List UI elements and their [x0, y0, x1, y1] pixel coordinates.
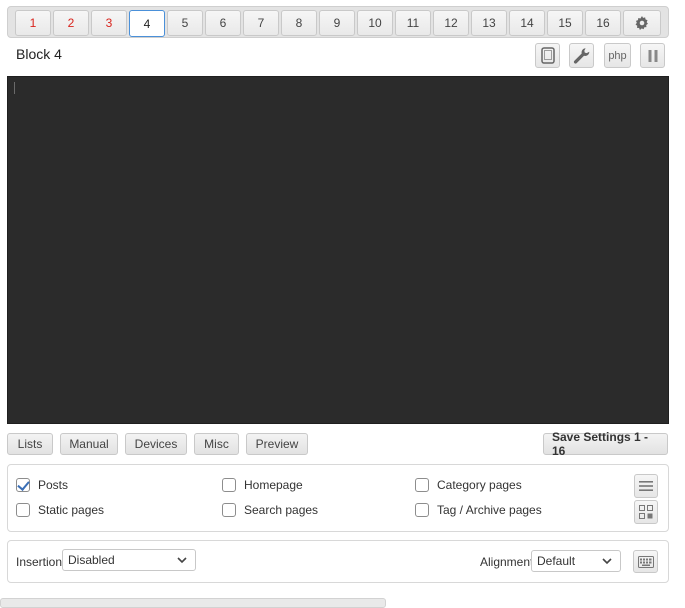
preview-button[interactable]: Preview	[246, 433, 308, 455]
tab-7[interactable]: 7	[243, 10, 279, 36]
insertion-label: Insertion	[16, 555, 63, 569]
block-tab-bar: 1 2 3 4 5 6 7 8 9 10 11 12 13 14 15 16	[7, 6, 669, 38]
block-title: Block 4	[16, 46, 62, 62]
alignment-label: Alignment	[480, 555, 534, 569]
category-pages-label: Category pages	[437, 478, 522, 492]
tag-archive-pages-check-box[interactable]	[415, 503, 429, 517]
chevron-down-icon	[602, 558, 612, 565]
static-pages-checkbox[interactable]: Static pages	[16, 503, 104, 517]
gear-icon	[635, 16, 648, 30]
alignment-value: Default	[537, 554, 576, 568]
list-icon	[639, 481, 653, 491]
alignment-settings-button[interactable]	[633, 550, 658, 573]
keyboard-icon	[637, 555, 654, 568]
tab-10[interactable]: 10	[357, 10, 393, 36]
tools-button[interactable]	[569, 43, 594, 68]
tag-archive-pages-checkbox[interactable]: Tag / Archive pages	[415, 503, 542, 517]
homepage-label: Homepage	[244, 478, 303, 492]
search-pages-check-box[interactable]	[222, 503, 236, 517]
grid-view-button[interactable]	[634, 500, 658, 524]
pause-icon	[648, 49, 657, 62]
homepage-checkbox[interactable]: Homepage	[222, 478, 303, 492]
tab-1[interactable]: 1	[15, 10, 51, 36]
device-toggle-button[interactable]	[535, 43, 560, 68]
insertion-value: Disabled	[68, 553, 115, 567]
insertion-select[interactable]: Disabled	[62, 549, 196, 571]
search-pages-checkbox[interactable]: Search pages	[222, 503, 318, 517]
tab-15[interactable]: 15	[547, 10, 583, 36]
devices-button[interactable]: Devices	[125, 433, 187, 455]
tab-11[interactable]: 11	[395, 10, 431, 36]
lists-button[interactable]: Lists	[7, 433, 53, 455]
tab-16[interactable]: 16	[585, 10, 621, 36]
search-pages-label: Search pages	[244, 503, 319, 517]
manual-button[interactable]: Manual	[60, 433, 118, 455]
static-pages-label: Static pages	[38, 503, 105, 517]
bottom-scroll-strip	[0, 598, 386, 608]
list-view-button[interactable]	[634, 474, 658, 498]
homepage-check-box[interactable]	[222, 478, 236, 492]
text-cursor	[14, 82, 15, 94]
posts-check-box[interactable]	[16, 478, 30, 492]
tab-8[interactable]: 8	[281, 10, 317, 36]
alignment-select[interactable]: Default	[531, 550, 621, 572]
tab-4[interactable]: 4	[129, 10, 165, 37]
page-types-panel	[7, 464, 669, 532]
category-pages-checkbox[interactable]: Category pages	[415, 478, 522, 492]
tab-13[interactable]: 13	[471, 10, 507, 36]
tab-9[interactable]: 9	[319, 10, 355, 36]
tab-12[interactable]: 12	[433, 10, 469, 36]
code-editor[interactable]	[7, 76, 669, 424]
wrench-icon	[573, 47, 589, 64]
tab-6[interactable]: 6	[205, 10, 241, 36]
save-settings-button[interactable]: Save Settings 1 - 16	[543, 430, 668, 458]
static-pages-check-box[interactable]	[16, 503, 30, 517]
php-toggle-button[interactable]: php	[604, 43, 631, 68]
tab-2[interactable]: 2	[53, 10, 89, 36]
pause-button[interactable]	[640, 43, 665, 68]
tablet-icon	[540, 47, 555, 64]
misc-button[interactable]: Misc	[194, 433, 239, 455]
category-pages-check-box[interactable]	[415, 478, 429, 492]
posts-checkbox[interactable]: Posts	[16, 478, 68, 492]
tab-3[interactable]: 3	[91, 10, 127, 36]
general-settings-tab[interactable]	[623, 10, 661, 36]
tab-14[interactable]: 14	[509, 10, 545, 36]
chevron-down-icon	[177, 557, 187, 564]
tab-5[interactable]: 5	[167, 10, 203, 36]
grid-icon	[639, 505, 653, 519]
tag-archive-pages-label: Tag / Archive pages	[437, 503, 542, 517]
posts-label: Posts	[38, 478, 69, 492]
